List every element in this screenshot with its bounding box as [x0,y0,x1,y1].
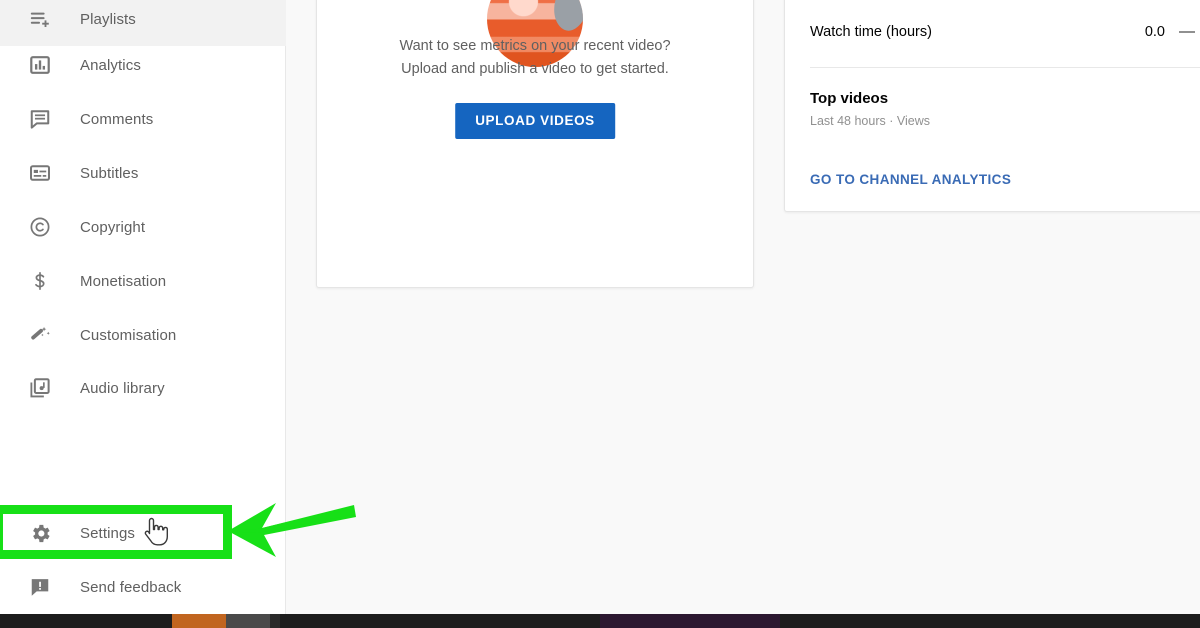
feedback-icon [28,575,52,599]
top-videos-subtitle: Last 48 hours · Views [810,114,930,128]
sidebar-item-label: Settings [80,524,135,542]
recent-video-metrics-card: Want to see metrics on your recent video… [316,0,754,288]
sidebar-item-copyright[interactable]: Copyright [0,200,286,254]
gear-icon [28,521,52,545]
sidebar-item-label: Comments [80,110,154,128]
top-videos-title: Top videos [810,90,889,107]
youtube-studio-screen: Playlists Analytics Comments Subtitles C… [0,0,1200,628]
sidebar-item-label: Playlists [80,10,136,28]
sidebar-item-analytics[interactable]: Analytics [0,38,286,92]
watch-time-value: 0.0 [1144,24,1165,40]
card-headline: Want to see metrics on your recent video… [399,38,671,54]
sidebar-item-monetisation[interactable]: Monetisation [0,254,286,308]
sidebar-item-label: Monetisation [80,272,167,290]
sidebar-item-label: Copyright [80,218,146,236]
flat-dash-icon [1179,31,1195,33]
sidebar-item-label: Audio library [80,379,165,397]
sidebar-item-subtitles[interactable]: Subtitles [0,146,286,200]
copyright-icon [28,215,52,239]
sidebar-item-settings[interactable]: Settings [0,506,286,560]
sidebar-item-audio-library[interactable]: Audio library [0,361,286,415]
sidebar-item-comments[interactable]: Comments [0,92,286,146]
sidebar-item-label: Analytics [80,56,141,74]
panel-divider [810,67,1200,68]
taskbar-window-dark[interactable] [270,614,280,628]
sidebar-item-label: Customisation [80,326,177,344]
channel-analytics-panel: Watch time (hours) 0.0 Top videos Last 4… [784,0,1200,212]
comments-icon [28,107,52,131]
desktop-taskbar-strip [0,614,1200,628]
go-to-channel-analytics-link[interactable]: GO TO CHANNEL ANALYTICS [810,172,1011,187]
playlist-add-icon [28,7,52,31]
analytics-icon [28,53,52,77]
taskbar-window-gray[interactable] [226,614,270,628]
upload-videos-button[interactable]: UPLOAD VIDEOS [455,103,615,139]
upload-illustration [487,0,583,67]
watch-time-label: Watch time (hours) [810,24,932,40]
sidebar-navigation: Playlists Analytics Comments Subtitles C… [0,0,286,614]
subtitles-icon [28,161,52,185]
sidebar-item-label: Subtitles [80,164,139,182]
taskbar-window-purple[interactable] [600,614,780,628]
sidebar-item-send-feedback[interactable]: Send feedback [0,560,286,614]
magic-wand-icon [28,323,52,347]
sidebar-item-customisation[interactable]: Customisation [0,308,286,362]
card-subline: Upload and publish a video to get starte… [401,61,669,77]
audio-library-icon [28,376,52,400]
dollar-icon [28,269,52,293]
sidebar-item-label: Send feedback [80,578,182,596]
taskbar-window-orange[interactable] [172,614,226,628]
watch-time-row: Watch time (hours) 0.0 [810,17,1200,47]
